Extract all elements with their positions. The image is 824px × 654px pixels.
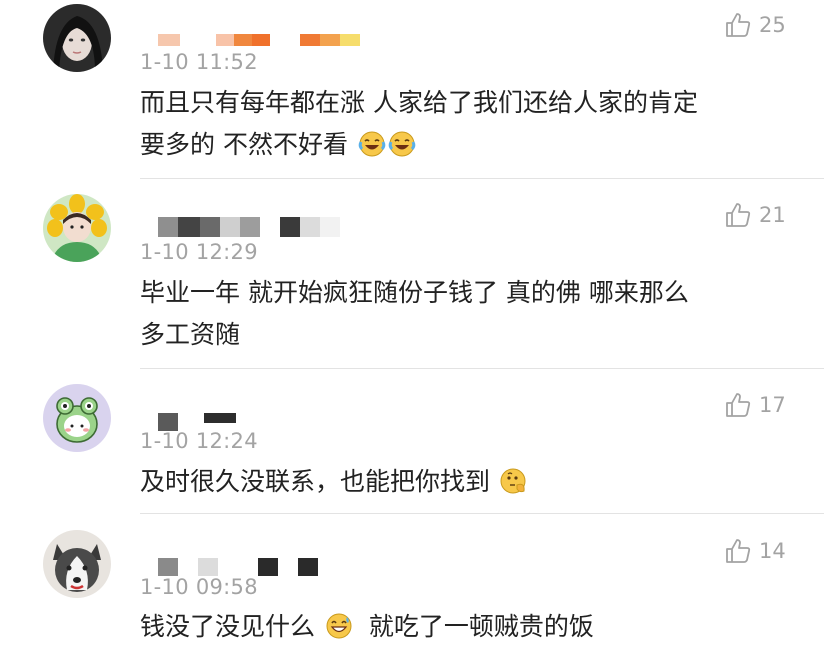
avatar[interactable] [43, 530, 111, 598]
comment-text: 毕业一年 就开始疯狂随份子钱了 真的佛 哪来那么 多工资随 [140, 272, 790, 356]
name-block [200, 217, 220, 237]
name-block [216, 34, 234, 46]
like-count: 25 [759, 13, 786, 37]
comment-text: 钱没了没见什么 就吃了一顿贼贵的饭 [140, 606, 790, 653]
thumbs-up-icon [726, 203, 751, 227]
name-block [320, 217, 340, 237]
thumbs-up-icon [726, 13, 751, 37]
comment-text-line: 及时很久没联系，也能把你找到 [140, 461, 790, 508]
avatar[interactable] [43, 384, 111, 452]
comment-text-line: 而且只有每年都在涨 人家给了我们还给人家的肯定 [140, 88, 698, 117]
like-button[interactable]: 25 [725, 12, 786, 38]
grin-sweat-emoji [325, 611, 353, 653]
name-block [234, 34, 252, 46]
divider [140, 368, 824, 369]
like-count: 21 [759, 203, 786, 227]
name-block [298, 558, 318, 576]
like-button[interactable]: 21 [725, 202, 786, 228]
name-block [240, 217, 260, 237]
name-block [158, 558, 178, 576]
name-block [220, 217, 240, 237]
laugh-cry-emoji [358, 129, 386, 171]
comment-text-segment: 要多的 不然不好看 [140, 130, 348, 159]
name-block [180, 34, 216, 46]
comment-text-line: 多工资随 [140, 320, 241, 349]
avatar[interactable] [43, 194, 111, 262]
name-block [270, 34, 300, 46]
name-block [204, 413, 236, 423]
name-block [280, 217, 300, 237]
comment-text-line: 钱没了没见什么 就吃了一顿贼贵的饭 [140, 606, 790, 653]
name-block [178, 217, 200, 237]
divider [140, 178, 824, 179]
like-count: 17 [759, 393, 786, 417]
username-redacted[interactable] [158, 30, 360, 50]
like-count: 14 [759, 539, 786, 563]
avatar[interactable] [43, 4, 111, 72]
name-block [218, 558, 258, 576]
thinking-emoji [500, 466, 528, 508]
name-block [158, 34, 180, 46]
like-button[interactable]: 17 [725, 392, 786, 418]
name-block [178, 558, 198, 576]
name-block [158, 217, 178, 237]
comment-text-segment: 及时很久没联系，也能把你找到 [140, 467, 491, 496]
name-block [320, 34, 340, 46]
like-button[interactable]: 14 [725, 538, 786, 564]
comment-text-segment: 钱没了没见什么 [140, 612, 316, 641]
name-block [300, 34, 320, 46]
divider [140, 513, 824, 514]
comment-text: 及时很久没联系，也能把你找到 [140, 461, 790, 508]
comment-text-line: 要多的 不然不好看 [140, 124, 790, 171]
username-redacted[interactable] [158, 557, 318, 577]
name-block [252, 34, 270, 46]
thumbs-up-icon [726, 393, 751, 417]
comment-timestamp: 1-10 12:24 [140, 429, 258, 453]
comment-text-segment: 就吃了一顿贼贵的饭 [368, 612, 594, 641]
name-block [260, 217, 280, 237]
comment-text: 而且只有每年都在涨 人家给了我们还给人家的肯定 要多的 不然不好看 [140, 82, 790, 171]
name-block [278, 558, 298, 576]
username-redacted[interactable] [158, 217, 340, 237]
comment-timestamp: 1-10 11:52 [140, 50, 258, 74]
name-block [340, 34, 360, 46]
comment-list: 1-10 11:52 25 而且只有每年都在涨 人家给了我们还给人家的肯定 要多… [0, 0, 824, 654]
comment-timestamp: 1-10 12:29 [140, 240, 258, 264]
laugh-cry-emoji [388, 129, 416, 171]
comment-text-line: 毕业一年 就开始疯狂随份子钱了 真的佛 哪来那么 [140, 278, 689, 307]
name-block [300, 217, 320, 237]
thumbs-up-icon [726, 539, 751, 563]
name-block [258, 558, 278, 576]
comment-timestamp: 1-10 09:58 [140, 575, 258, 599]
name-block [198, 558, 218, 576]
